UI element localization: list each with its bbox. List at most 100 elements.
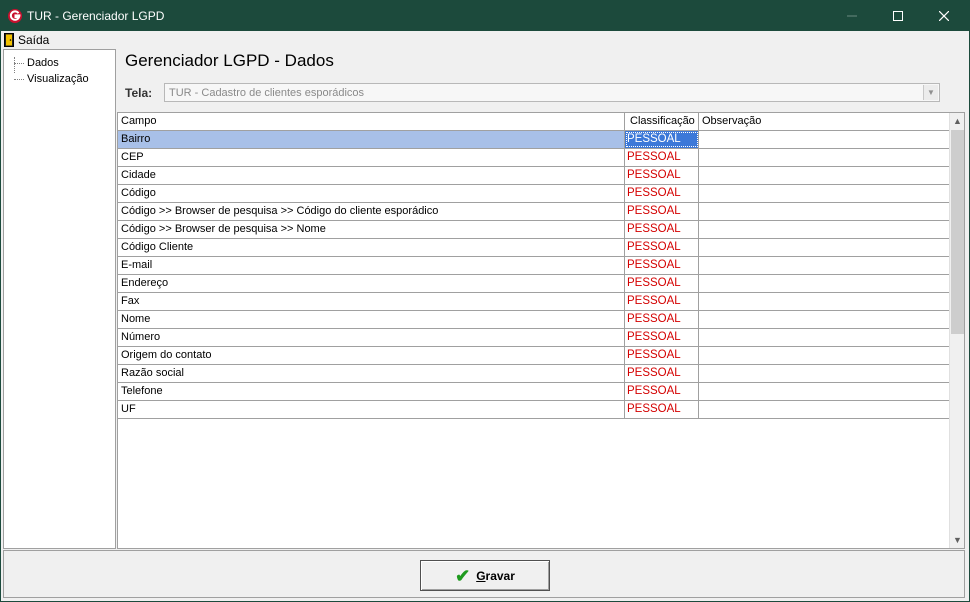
cell-observacao[interactable] [699,167,949,184]
cell-classificacao[interactable]: PESSOAL [625,401,699,418]
cell-classificacao[interactable]: PESSOAL [625,239,699,256]
table-row[interactable]: Código >> Browser de pesquisa >> Nome PES… [118,221,949,239]
save-button[interactable]: ✔ Gravar [420,560,550,591]
cell-campo[interactable]: UF [118,401,625,418]
cell-campo[interactable]: Endereço [118,275,625,292]
column-header-campo[interactable]: Campo [118,113,625,130]
table-row[interactable]: UF PESSOAL [118,401,949,419]
tree-branch [14,62,24,64]
menu-item-label: Saída [18,33,50,47]
cell-campo[interactable]: Código [118,185,625,202]
tree-item-dados[interactable]: Dados [14,56,59,70]
maximize-icon [893,11,903,21]
table-row[interactable]: Fax PESSOAL [118,293,949,311]
cell-observacao[interactable] [699,383,949,400]
cell-classificacao[interactable]: PESSOAL [625,131,699,148]
cell-observacao[interactable] [699,275,949,292]
scroll-down-icon[interactable]: ▼ [950,532,965,548]
cell-campo[interactable]: E-mail [118,257,625,274]
tree-item-label: Dados [27,57,59,69]
cell-observacao[interactable] [699,311,949,328]
cell-classificacao[interactable]: PESSOAL [625,329,699,346]
cell-observacao[interactable] [699,203,949,220]
cell-observacao[interactable] [699,329,949,346]
cell-campo[interactable]: Razão social [118,365,625,382]
app-logo-icon [8,9,22,23]
table-row[interactable]: Bairro PESSOAL [118,131,949,149]
table-row[interactable]: Código PESSOAL [118,185,949,203]
cell-classificacao[interactable]: PESSOAL [625,185,699,202]
grid-header: Campo Classificação Observação [118,113,949,131]
chevron-down-icon[interactable]: ▼ [923,85,938,100]
cell-classificacao[interactable]: PESSOAL [625,365,699,382]
cell-campo[interactable]: Código Cliente [118,239,625,256]
cell-observacao[interactable] [699,239,949,256]
bottom-panel: ✔ Gravar [3,550,965,598]
exit-door-icon [4,33,14,47]
cell-observacao[interactable] [699,131,949,148]
tree-item-label: Visualização [27,73,89,85]
cell-campo[interactable]: Telefone [118,383,625,400]
cell-classificacao[interactable]: PESSOAL [625,203,699,220]
cell-campo[interactable]: Nome [118,311,625,328]
scrollbar-thumb[interactable] [951,130,964,334]
cell-classificacao[interactable]: PESSOAL [625,293,699,310]
menu-item-exit[interactable]: Saída [4,32,49,48]
table-row[interactable]: Código Cliente PESSOAL [118,239,949,257]
navigation-tree: Dados Visualização [3,49,116,549]
table-row[interactable]: Razão social PESSOAL [118,365,949,383]
minimize-icon [847,15,857,17]
column-header-observacao[interactable]: Observação [699,113,949,130]
title-bar[interactable]: TUR - Gerenciador LGPD [1,1,969,31]
save-button-label: Gravar [476,568,515,583]
table-row[interactable]: Nome PESSOAL [118,311,949,329]
cell-classificacao[interactable]: PESSOAL [625,383,699,400]
cell-campo[interactable]: Código >> Browser de pesquisa >> Código … [118,203,625,220]
cell-classificacao[interactable]: PESSOAL [625,167,699,184]
cell-campo[interactable]: Código >> Browser de pesquisa >> Nome [118,221,625,238]
page-title: Gerenciador LGPD - Dados [125,51,334,70]
fields-grid: Campo Classificação Observação Bairro PES… [117,112,965,549]
cell-observacao[interactable] [699,149,949,166]
table-row[interactable]: Telefone PESSOAL [118,383,949,401]
cell-observacao[interactable] [699,347,949,364]
table-row[interactable]: Código >> Browser de pesquisa >> Código … [118,203,949,221]
close-button[interactable] [921,1,967,31]
maximize-button[interactable] [875,1,921,31]
cell-classificacao[interactable]: PESSOAL [625,149,699,166]
table-row[interactable]: Cidade PESSOAL [118,167,949,185]
tela-select[interactable]: TUR - Cadastro de clientes esporádicos ▼ [164,83,940,102]
minimize-button[interactable] [829,1,875,31]
cell-campo[interactable]: CEP [118,149,625,166]
window-title: TUR - Gerenciador LGPD [27,9,165,23]
checkmark-icon: ✔ [455,565,471,586]
app-window: TUR - Gerenciador LGPD Saída Dados Visua… [0,0,970,602]
cell-campo[interactable]: Origem do contato [118,347,625,364]
cell-classificacao[interactable]: PESSOAL [625,221,699,238]
cell-observacao[interactable] [699,257,949,274]
cell-campo[interactable]: Número [118,329,625,346]
cell-observacao[interactable] [699,221,949,238]
table-row[interactable]: Origem do contato PESSOAL [118,347,949,365]
vertical-scrollbar[interactable]: ▲ ▼ [949,113,964,548]
table-row[interactable]: Endereço PESSOAL [118,275,949,293]
close-icon [939,11,949,21]
table-row[interactable]: Número PESSOAL [118,329,949,347]
table-row[interactable]: CEP PESSOAL [118,149,949,167]
column-header-classificacao[interactable]: Classificação [625,113,699,130]
cell-observacao[interactable] [699,185,949,202]
cell-classificacao[interactable]: PESSOAL [625,347,699,364]
cell-classificacao[interactable]: PESSOAL [625,311,699,328]
cell-classificacao[interactable]: PESSOAL [625,257,699,274]
menu-bar: Saída [1,31,969,49]
cell-campo[interactable]: Bairro [118,131,625,148]
tree-item-visualizacao[interactable]: Visualização [14,72,89,86]
cell-campo[interactable]: Cidade [118,167,625,184]
cell-observacao[interactable] [699,293,949,310]
cell-observacao[interactable] [699,365,949,382]
cell-campo[interactable]: Fax [118,293,625,310]
cell-observacao[interactable] [699,401,949,418]
scroll-up-icon[interactable]: ▲ [950,113,965,129]
table-row[interactable]: E-mail PESSOAL [118,257,949,275]
cell-classificacao[interactable]: PESSOAL [625,275,699,292]
